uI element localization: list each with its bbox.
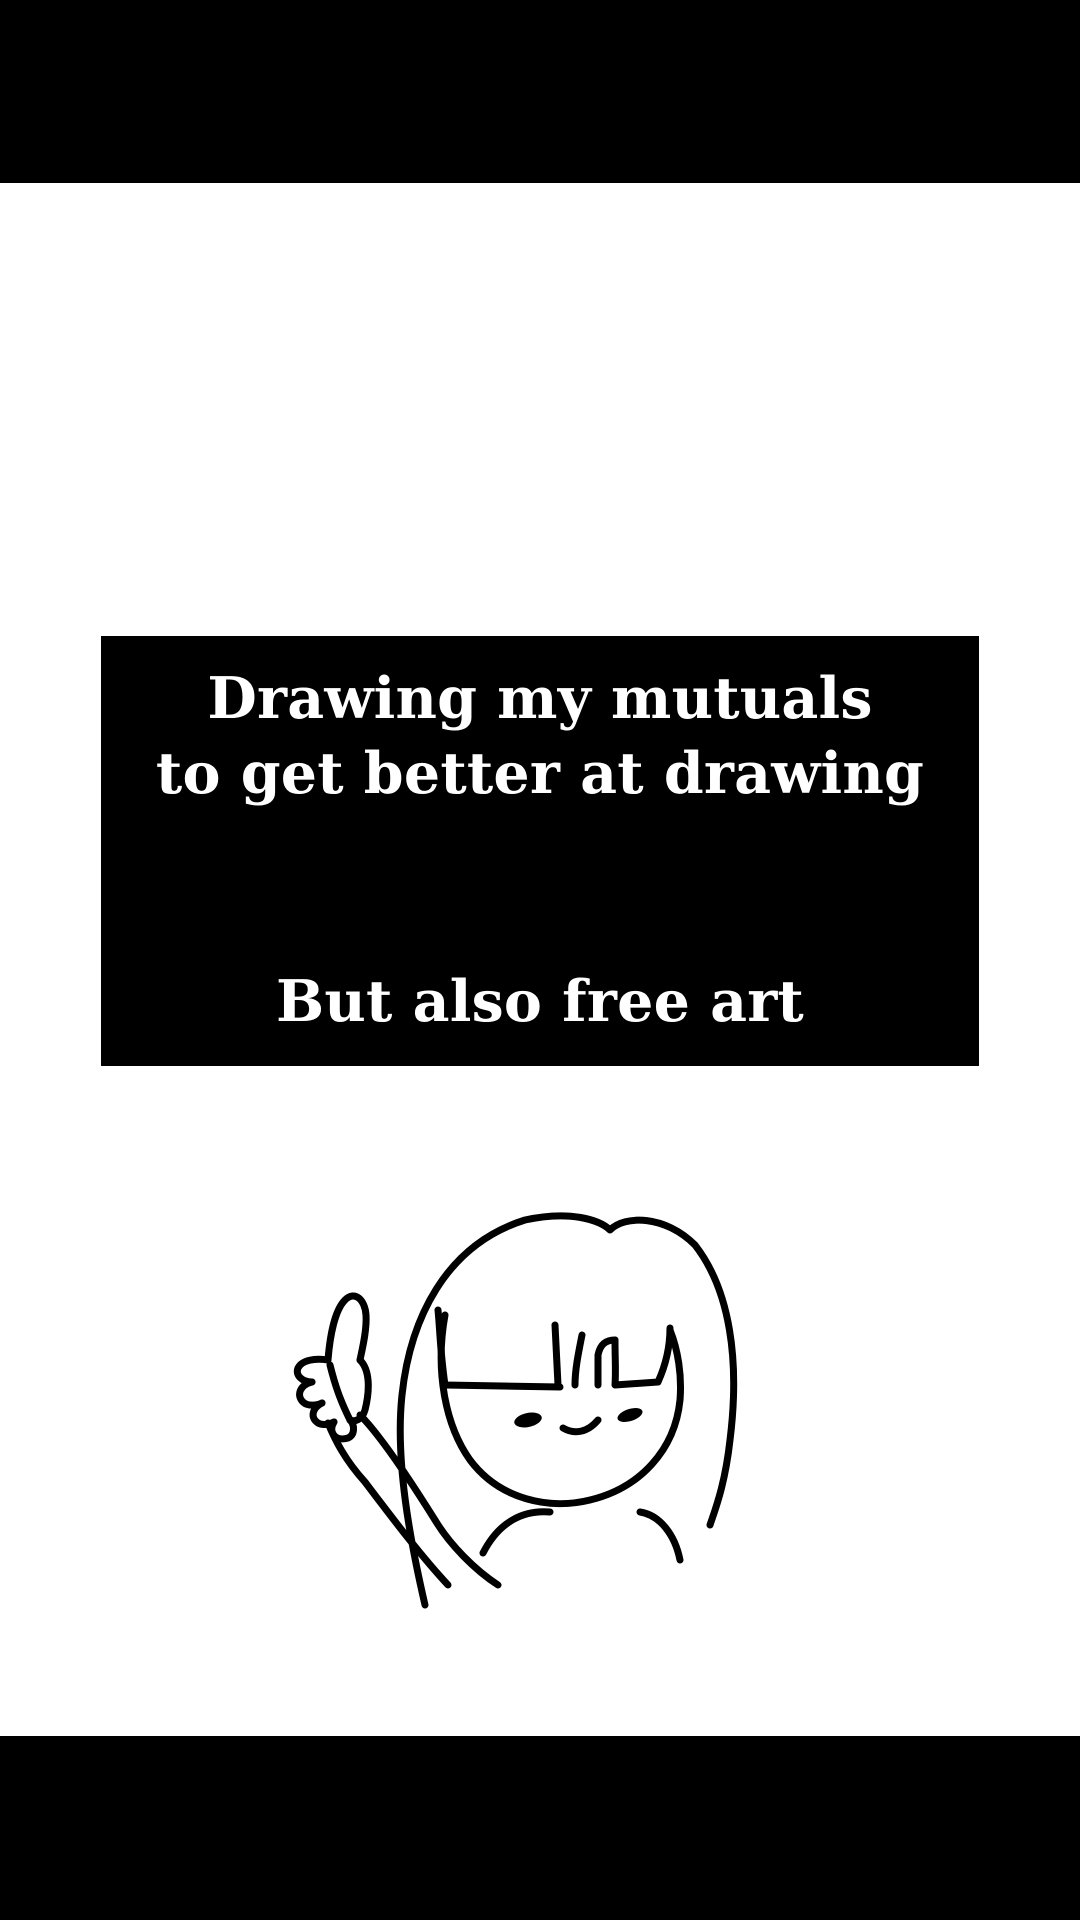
bangs-right [611,1324,674,1389]
bottom-letterbox-bar [0,1736,1080,1920]
caption-line-3: But also free art [276,968,804,1035]
thumb [324,1292,370,1364]
thumbs-up-girl-drawing [293,1212,738,1609]
palm-line [326,1361,354,1424]
face-left-side [437,1311,684,1508]
caption-line-2: to get better at drawing [155,740,925,807]
caption-box: Drawing my mutuals to get better at draw… [101,636,979,1066]
bangs-left [434,1306,564,1391]
top-letterbox-bar [0,0,1080,183]
left-shoulder [479,1508,554,1557]
right-shoulder [636,1508,684,1564]
caption-line-1: Drawing my mutuals [207,665,873,732]
right-eye [617,1408,643,1422]
bangs-mid-2 [571,1331,586,1389]
bangs-mid-1 [551,1321,562,1389]
fist-top [346,1356,372,1425]
left-eye [514,1412,542,1428]
mouth [559,1416,602,1436]
